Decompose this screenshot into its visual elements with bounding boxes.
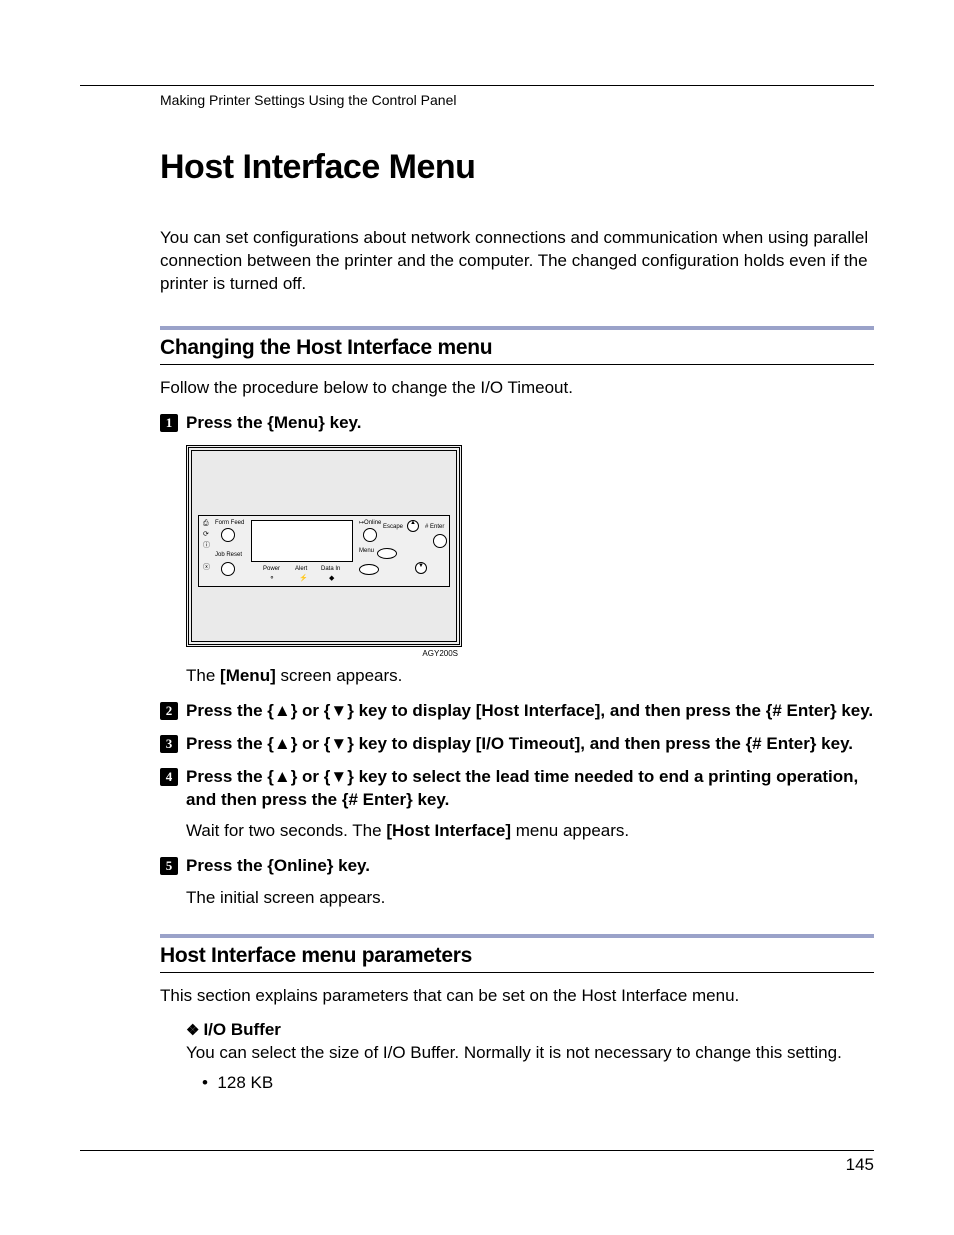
breadcrumb: Making Printer Settings Using the Contro… bbox=[160, 92, 874, 108]
button-job-reset bbox=[221, 562, 235, 576]
panel-inner: ⎙ Form Feed ⟳ ⓘ Job Reset ⓧ Power ⚬ bbox=[191, 450, 457, 642]
step-1: 1 Press the {Menu} key. bbox=[160, 412, 874, 435]
step-number-icon: 3 bbox=[160, 735, 178, 753]
step-number-icon: 1 bbox=[160, 414, 178, 432]
step-4-text: Press the {▲} or {▼} key to select the l… bbox=[186, 766, 874, 812]
label-menu: Menu bbox=[359, 548, 374, 554]
lcd-screen bbox=[251, 520, 353, 562]
button-online bbox=[363, 528, 377, 542]
down-arrow-icon: ▼ bbox=[418, 563, 424, 569]
data-in-icon: ◆ bbox=[329, 574, 334, 582]
s4-after-bold: [Host Interface] bbox=[386, 821, 511, 840]
step-3-text: Press the {▲} or {▼} key to display [I/O… bbox=[186, 733, 853, 756]
s4-after-post: menu appears. bbox=[511, 821, 629, 840]
panel-band: ⎙ Form Feed ⟳ ⓘ Job Reset ⓧ Power ⚬ bbox=[198, 515, 450, 587]
step-4-after: Wait for two seconds. The [Host Interfac… bbox=[186, 821, 874, 841]
step-1-key: {Menu} bbox=[267, 413, 325, 432]
step-number-icon: 4 bbox=[160, 768, 178, 786]
alert-icon: ⚡ bbox=[299, 574, 308, 582]
step-4: 4 Press the {▲} or {▼} key to select the… bbox=[160, 766, 874, 812]
intro-text: You can set configurations about network… bbox=[160, 227, 874, 296]
button-menu bbox=[377, 548, 397, 559]
section-params-heading: Host Interface menu parameters bbox=[160, 944, 874, 968]
info-icon: ⓘ bbox=[203, 540, 210, 550]
label-escape: Escape bbox=[383, 524, 403, 530]
section-top-rule bbox=[160, 326, 874, 330]
button-lower bbox=[359, 564, 379, 575]
step-number-icon: 2 bbox=[160, 702, 178, 720]
step-3: 3 Press the {▲} or {▼} key to display [I… bbox=[160, 733, 874, 756]
io-buffer-heading: ❖I/O Buffer bbox=[186, 1020, 874, 1040]
section-lead: Follow the procedure below to change the… bbox=[160, 377, 874, 400]
label-power: Power bbox=[263, 566, 280, 572]
s1-after-pre: The bbox=[186, 666, 220, 685]
step-number-icon: 5 bbox=[160, 857, 178, 875]
step-5-text: Press the {Online} key. bbox=[186, 855, 370, 878]
step-2: 2 Press the {▲} or {▼} key to display [H… bbox=[160, 700, 874, 723]
s4-after-pre: Wait for two seconds. The bbox=[186, 821, 386, 840]
page-number: 145 bbox=[80, 1155, 874, 1175]
figure-code: AGY200S bbox=[186, 647, 462, 658]
label-job-reset: Job Reset bbox=[215, 552, 242, 558]
section-underline bbox=[160, 364, 874, 365]
power-icon: ⚬ bbox=[269, 574, 275, 582]
panel-outer-frame: ⎙ Form Feed ⟳ ⓘ Job Reset ⓧ Power ⚬ bbox=[186, 445, 462, 647]
label-data-in: Data In bbox=[321, 566, 340, 572]
top-rule bbox=[80, 85, 874, 86]
step-2-text: Press the {▲} or {▼} key to display [Hos… bbox=[186, 700, 873, 723]
printer-icon: ⎙ bbox=[203, 520, 209, 528]
error-icon: ⓧ bbox=[203, 562, 210, 572]
step-1-post: key. bbox=[325, 413, 362, 432]
label-enter: # Enter bbox=[425, 524, 444, 530]
footer-rule bbox=[80, 1150, 874, 1151]
step-1-pre: Press the bbox=[186, 413, 267, 432]
section-changing-heading: Changing the Host Interface menu bbox=[160, 336, 874, 360]
io-buffer-title: I/O Buffer bbox=[203, 1020, 280, 1039]
s1-after-post: screen appears. bbox=[276, 666, 403, 685]
up-arrow-icon: ▲ bbox=[410, 520, 416, 526]
section2-top-rule bbox=[160, 934, 874, 938]
button-enter bbox=[433, 534, 447, 548]
label-online: ↦Online bbox=[359, 519, 381, 526]
label-alert: Alert bbox=[295, 566, 307, 572]
section2-underline bbox=[160, 972, 874, 973]
button-form-feed bbox=[221, 528, 235, 542]
page-title: Host Interface Menu bbox=[160, 148, 874, 187]
section2-lead: This section explains parameters that ca… bbox=[160, 985, 874, 1008]
page-footer: 145 bbox=[80, 1150, 874, 1175]
io-buffer-body: You can select the size of I/O Buffer. N… bbox=[186, 1042, 874, 1065]
step-1-after: The [Menu] screen appears. bbox=[186, 666, 874, 686]
diamond-bullet-icon: ❖ bbox=[186, 1022, 199, 1039]
arrows-icon: ⟳ bbox=[203, 530, 209, 538]
step-1-text: Press the {Menu} key. bbox=[186, 412, 361, 435]
step-5-after: The initial screen appears. bbox=[186, 888, 874, 908]
label-form-feed: Form Feed bbox=[215, 520, 244, 526]
printer-panel-figure: ⎙ Form Feed ⟳ ⓘ Job Reset ⓧ Power ⚬ bbox=[186, 445, 462, 658]
step-5: 5 Press the {Online} key. bbox=[160, 855, 874, 878]
s1-after-bold: [Menu] bbox=[220, 666, 276, 685]
io-buffer-item: • 128 KB bbox=[202, 1073, 874, 1093]
